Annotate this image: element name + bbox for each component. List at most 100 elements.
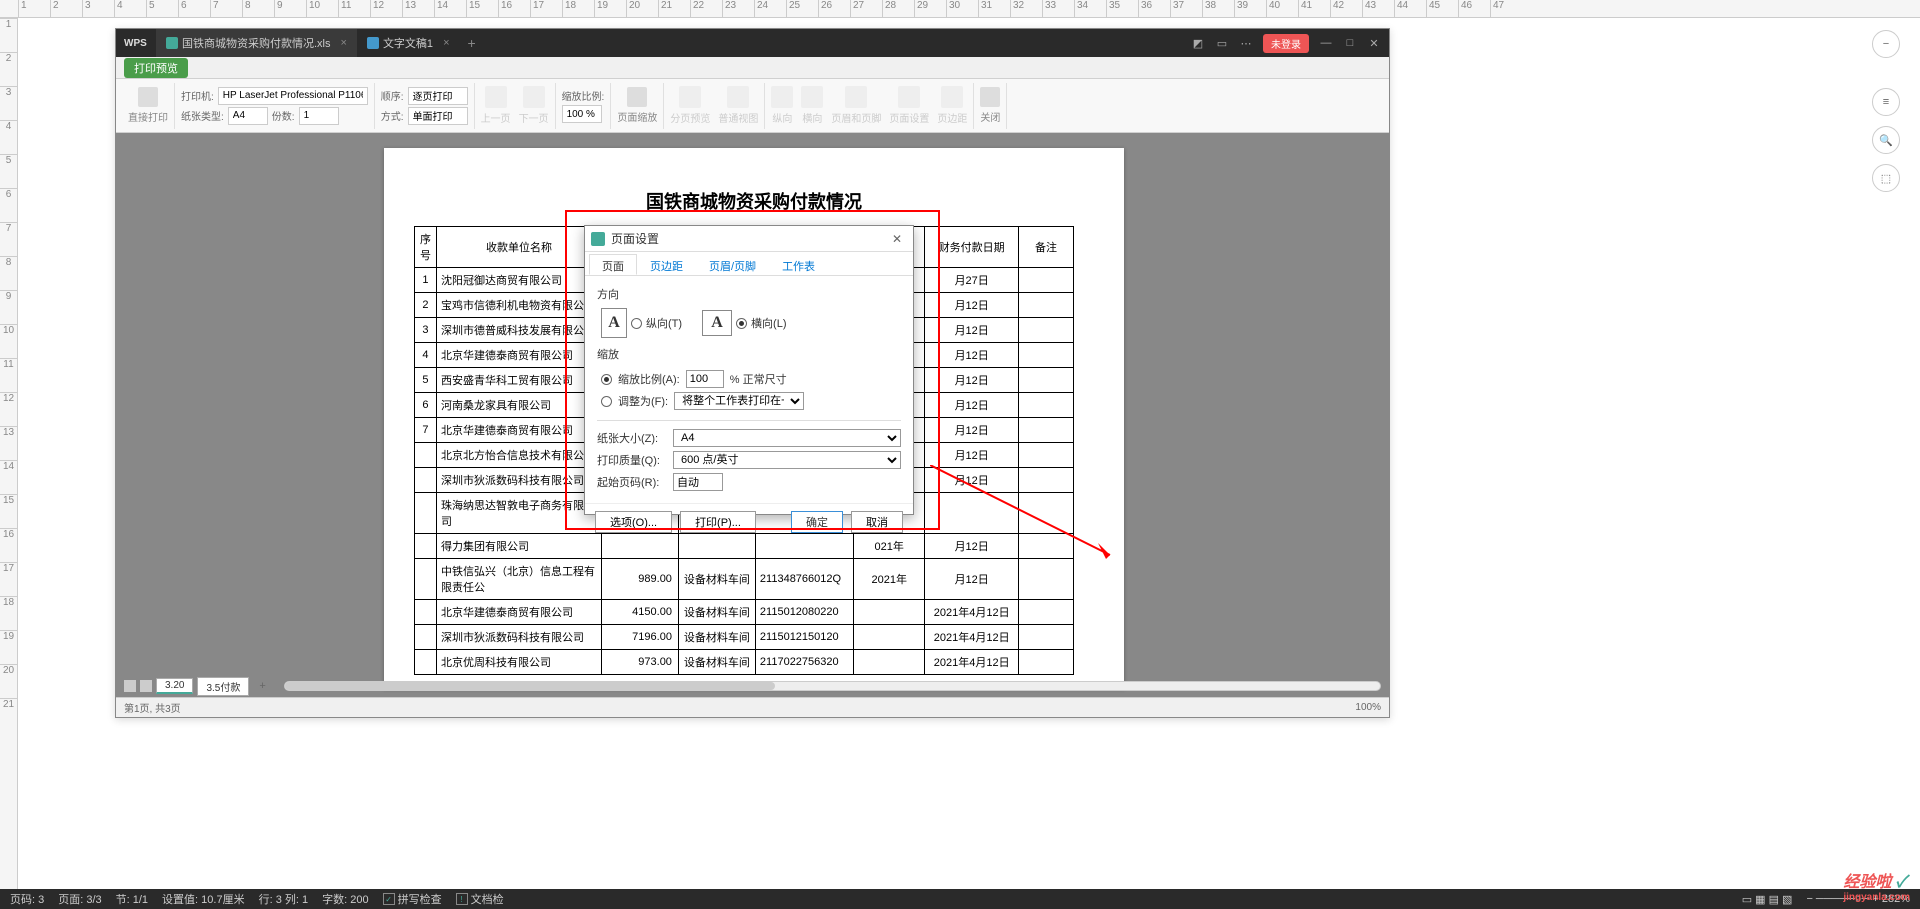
page-break-button[interactable]: 分页预览 [670, 86, 710, 125]
portrait-button[interactable]: 纵向 [771, 86, 793, 125]
margins-button[interactable]: 页边距 [937, 86, 967, 125]
skin-icon[interactable]: ▭ [1215, 36, 1229, 50]
printer-icon[interactable] [138, 87, 158, 107]
cancel-button[interactable]: 取消 [851, 511, 903, 533]
dialog-tabs: 页面 页边距 页眉/页脚 工作表 [585, 252, 913, 276]
landscape-button[interactable]: 横向 [801, 86, 823, 125]
portrait-radio[interactable] [631, 318, 642, 329]
status-page: 页面: 3/3 [58, 891, 101, 907]
sheet-prev-icon[interactable] [124, 680, 136, 692]
view-group: 分页预览 普通视图 [664, 83, 765, 129]
copies-input[interactable] [299, 107, 339, 125]
panel-toggle-icon[interactable]: ≡ [1872, 88, 1900, 116]
sheet-bar: 3.20 3.5付款 + [124, 679, 1381, 693]
landscape-icon [801, 86, 823, 108]
th-payee: 收款单位名称 [436, 227, 601, 268]
printer-select[interactable] [218, 87, 368, 105]
close-window-icon[interactable]: ✕ [1367, 36, 1381, 50]
wps-logo[interactable]: WPS [116, 38, 156, 49]
close-icon[interactable]: × [341, 37, 347, 49]
landscape-radio[interactable] [736, 318, 747, 329]
help-icon[interactable]: ⋯ [1239, 36, 1253, 50]
status-spell[interactable]: ✓拼写检查 [383, 891, 442, 907]
page-setup-icon [898, 86, 920, 108]
options-button[interactable]: 选项(O)... [595, 511, 672, 533]
arrow-left-icon [485, 86, 507, 108]
minus-icon[interactable]: − [1872, 30, 1900, 58]
close-group[interactable]: 关闭 [974, 83, 1007, 129]
table-row: 中铁信弘兴（北京）信息工程有限责任公989.00设备材料车间2113487660… [415, 559, 1074, 600]
view-mode-icons[interactable]: ▭ ▦ ▤ ▧ [1742, 893, 1793, 906]
zoom-input[interactable] [562, 105, 602, 123]
order-select[interactable] [408, 87, 468, 105]
minimize-icon[interactable]: — [1319, 36, 1333, 50]
copies-label: 份数: [272, 108, 295, 123]
h-scroll-thumb[interactable] [285, 682, 775, 690]
login-button[interactable]: 未登录 [1263, 34, 1309, 53]
document-icon [367, 37, 379, 49]
h-scrollbar[interactable] [284, 681, 1381, 691]
titlebar: WPS 国铁商城物资采购付款情况.xls × 文字文稿1 × + ◩ ▭ ⋯ 未… [116, 29, 1389, 57]
tab-header[interactable]: 页眉/页脚 [696, 254, 769, 275]
arrow-right-icon [523, 86, 545, 108]
orientation-label: 方向 [597, 286, 901, 302]
spell-check-icon: ✓ [383, 893, 395, 905]
orientation-group: 纵向 横向 页眉和页脚 页面设置 页边距 [765, 83, 974, 129]
status-pageno: 页码: 3 [10, 891, 44, 907]
mode-select[interactable] [408, 107, 468, 125]
close-icon[interactable]: × [443, 37, 449, 49]
page-zoom-group[interactable]: 页面缩放 [611, 83, 664, 129]
inner-zoom: 100% [1355, 702, 1381, 713]
add-sheet-button[interactable]: + [253, 680, 271, 692]
scale-input[interactable] [686, 370, 724, 388]
notification-icon[interactable]: ◩ [1191, 36, 1205, 50]
tab-margins[interactable]: 页边距 [637, 254, 696, 275]
zoom-group: 缩放比例: [556, 83, 612, 129]
ok-button[interactable]: 确定 [791, 511, 843, 533]
tab-sheet[interactable]: 工作表 [769, 254, 828, 275]
status-chars: 字数: 200 [322, 891, 368, 907]
tab-document[interactable]: 文字文稿1 × [357, 29, 460, 57]
sheet-tab-2[interactable]: 3.5付款 [197, 677, 249, 696]
sheet-tab-1[interactable]: 3.20 [156, 678, 193, 694]
fit-to-radio[interactable] [601, 396, 612, 407]
dialog-close-icon[interactable]: ✕ [887, 232, 907, 246]
start-page-input[interactable] [673, 473, 723, 491]
header-footer-button[interactable]: 页眉和页脚 [831, 86, 881, 125]
tab-page[interactable]: 页面 [589, 254, 637, 275]
dialog-titlebar[interactable]: 页面设置 ✕ [585, 226, 913, 252]
page-setup-button[interactable]: 页面设置 [889, 86, 929, 125]
print-quality-select[interactable]: 600 点/英寸 [673, 451, 901, 469]
add-tab-button[interactable]: + [460, 35, 484, 51]
print-button[interactable]: 打印(P)... [680, 511, 756, 533]
prev-page-button[interactable]: 上一页 [481, 86, 511, 125]
scale-normal-label: % 正常尺寸 [730, 371, 787, 387]
crop-icon[interactable]: ⬚ [1872, 164, 1900, 192]
print-quality-label: 打印质量(Q): [597, 452, 667, 468]
paper-size-select[interactable]: A4 [673, 429, 901, 447]
tab-spreadsheet[interactable]: 国铁商城物资采购付款情况.xls × [156, 29, 357, 57]
search-icon[interactable]: 🔍 [1872, 126, 1900, 154]
scale-ratio-label: 缩放比例(A): [618, 371, 680, 387]
fit-select[interactable]: 将整个工作表打印在一页 [674, 392, 804, 410]
printer-settings-group: 打印机: 纸张类型: 份数: [175, 83, 375, 129]
right-tools: − ≡ 🔍 ⬚ [1872, 30, 1900, 192]
direct-print-label[interactable]: 直接打印 [128, 109, 168, 124]
status-section: 节: 1/1 [116, 891, 148, 907]
sheet-next-icon[interactable] [140, 680, 152, 692]
tab-label: 文字文稿1 [383, 35, 433, 51]
next-page-button[interactable]: 下一页 [519, 86, 549, 125]
status-line: 行: 3 列: 1 [259, 891, 309, 907]
scale-ratio-radio[interactable] [601, 374, 612, 385]
paper-select[interactable] [228, 107, 268, 125]
maximize-icon[interactable]: □ [1343, 36, 1357, 50]
order-group: 顺序: 方式: [375, 83, 475, 129]
wps-icon [591, 232, 605, 246]
normal-view-icon [727, 86, 749, 108]
landscape-preview-icon: A [702, 310, 732, 336]
page-break-icon [679, 86, 701, 108]
normal-view-button[interactable]: 普通视图 [718, 86, 758, 125]
print-preview-button[interactable]: 打印预览 [124, 58, 188, 78]
page-nav-group: 上一页 下一页 [475, 83, 556, 129]
status-doccheck[interactable]: !文档检 [456, 891, 504, 907]
